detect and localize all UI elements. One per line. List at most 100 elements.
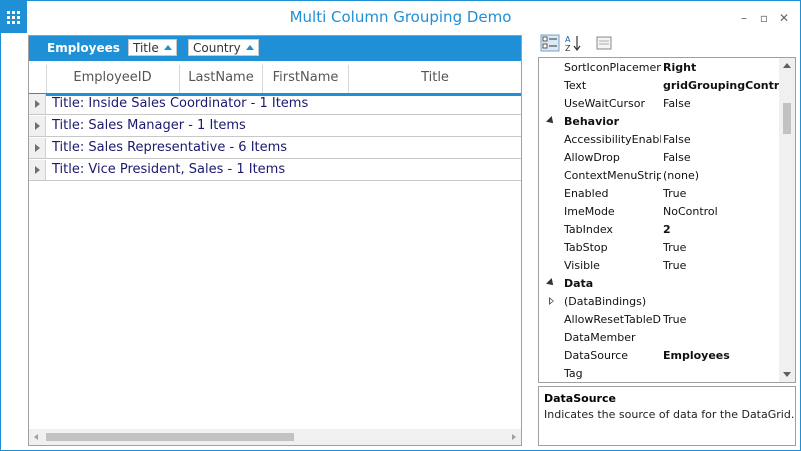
group-row[interactable]: Title: Sales Manager - 1 Items [29,116,521,137]
collapse-triangle-icon[interactable] [546,278,556,288]
property-grid[interactable]: SortIconPlacement Right Text gridGroupingC… [538,57,796,383]
property-value[interactable]: False [663,151,779,164]
vertical-scrollbar[interactable] [779,58,795,382]
categorized-view-icon[interactable] [540,34,560,52]
svg-text:A: A [565,35,571,44]
property-value[interactable]: False [663,133,779,146]
column-header-lastname[interactable]: LastName [180,65,263,93]
column-header-firstname[interactable]: FirstName [263,65,349,93]
group-row[interactable]: Title: Sales Representative - 6 Items [29,138,521,159]
category-row-data[interactable]: Data [539,275,779,293]
property-value[interactable]: True [663,241,779,254]
header-corner [29,65,47,93]
column-header-row: EmployeeID LastName FirstName Title [29,65,521,96]
expand-arrow-icon[interactable] [35,100,40,108]
property-row[interactable]: AllowDrop False [539,149,779,167]
property-grid-toolbar: A Z [538,32,794,56]
property-name: UseWaitCursor [564,97,645,110]
property-row[interactable]: TabStop True [539,239,779,257]
group-caption: Title: Sales Representative - 6 Items [52,140,288,155]
property-row[interactable]: Text gridGroupingControl1 [539,77,779,95]
column-header-employeeid[interactable]: EmployeeID [46,65,180,93]
group-drop-area[interactable]: Employees Title Country [29,36,521,61]
property-name: TabStop [564,241,608,254]
expand-arrow-icon[interactable] [35,122,40,130]
property-row[interactable]: SortIconPlacement Right [539,59,779,77]
scroll-right-icon[interactable] [512,434,516,440]
property-name: AccessibilityEnabled [564,133,661,146]
description-text: Indicates the source of data for the Dat… [544,408,795,421]
property-name: Enabled [564,187,609,200]
property-name: DataSource [564,349,629,362]
group-chip-title[interactable]: Title [128,39,177,56]
property-name: TabIndex [564,223,613,236]
property-row[interactable]: AllowResetTableDescriptorTrue [539,311,779,329]
property-description-panel: DataSource Indicates the source of data … [538,386,796,446]
property-name: Text [564,79,587,92]
property-value[interactable]: Right [663,61,779,74]
expand-arrow-icon[interactable] [35,166,40,174]
window-title: Multi Column Grouping Demo [289,8,512,26]
group-row[interactable]: Title: Inside Sales Coordinator - 1 Item… [29,94,521,115]
property-name: ImeMode [564,205,615,218]
expand-triangle-inner [550,299,553,303]
property-value[interactable]: True [663,313,779,326]
property-row[interactable]: ImeMode NoControl [539,203,779,221]
property-value[interactable]: False [663,97,779,110]
column-header-title[interactable]: Title [349,65,521,93]
property-row[interactable]: DataMember [539,329,779,347]
scrollbar-thumb[interactable] [783,103,791,134]
category-name: Data [564,277,594,290]
scroll-down-icon[interactable] [783,372,791,377]
property-name: ContextMenuStrip [564,169,661,182]
property-row[interactable]: DataSource Employees [539,347,779,365]
group-caption: Title: Sales Manager - 1 Items [52,118,246,133]
grid-grouping-control[interactable]: Employees Title Country EmployeeID LastN… [28,35,522,446]
collapse-triangle-icon[interactable] [546,116,556,126]
property-value[interactable]: True [663,187,779,200]
group-row[interactable]: Title: Vice President, Sales - 1 Items [29,160,521,181]
scroll-up-icon[interactable] [783,63,791,68]
property-row[interactable]: ContextMenuStrip (none) [539,167,779,185]
group-caption: Title: Inside Sales Coordinator - 1 Item… [52,96,309,111]
group-chip-label: Country [193,41,241,55]
property-row[interactable]: TabIndex 2 [539,221,779,239]
maximize-button[interactable]: ▫ [757,11,771,25]
property-row[interactable]: Tag [539,365,779,382]
minimize-button[interactable]: – [737,11,751,25]
description-title: DataSource [544,392,616,405]
property-value[interactable]: NoControl [663,205,779,218]
scrollbar-thumb[interactable] [46,433,294,441]
property-row[interactable]: Enabled True [539,185,779,203]
property-name: SortIconPlacement [564,61,661,74]
sort-alphabetical-icon[interactable]: A Z [563,34,583,52]
category-row-behavior[interactable]: Behavior [539,113,779,131]
property-name: AllowResetTableDescriptor [564,313,661,326]
property-value[interactable]: 2 [663,223,779,236]
property-name: Tag [564,367,583,380]
property-row[interactable]: Visible True [539,257,779,275]
property-row[interactable]: UseWaitCursor False [539,95,779,113]
row-gutter [29,116,46,136]
svg-text:Z: Z [565,44,571,52]
sort-ascending-icon [163,45,172,50]
row-gutter [29,160,46,180]
property-value[interactable]: Employees [663,349,779,362]
property-value[interactable]: (none) [663,169,779,182]
property-row[interactable]: (DataBindings) [539,293,779,311]
property-value[interactable]: True [663,259,779,272]
property-value[interactable]: gridGroupingControl1 [663,79,779,92]
expand-arrow-icon[interactable] [35,144,40,152]
property-name: (DataBindings) [564,295,647,308]
close-button[interactable]: ✕ [777,11,791,25]
app-window: Multi Column Grouping Demo – ▫ ✕ Employe… [0,0,801,451]
group-chip-country[interactable]: Country [188,39,259,56]
row-gutter [29,138,46,158]
category-name: Behavior [564,115,620,128]
property-row[interactable]: AccessibilityEnabledFalse [539,131,779,149]
group-drop-label: Employees [47,41,120,55]
horizontal-scrollbar[interactable] [29,429,521,445]
property-pages-icon[interactable] [594,34,614,52]
sort-ascending-icon [245,45,254,50]
scroll-left-icon[interactable] [34,434,38,440]
